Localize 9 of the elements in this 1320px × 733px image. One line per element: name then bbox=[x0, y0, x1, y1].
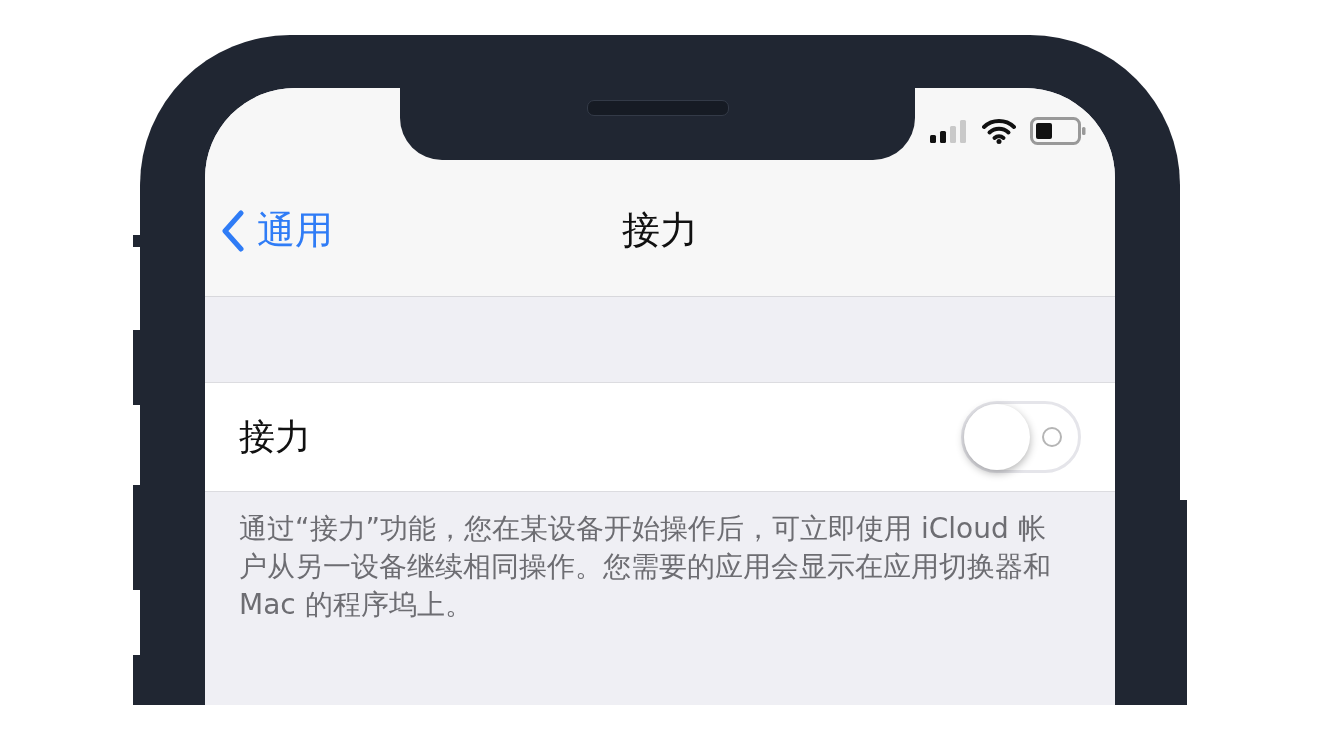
wifi-icon bbox=[982, 117, 1016, 144]
chevron-left-icon bbox=[221, 209, 245, 252]
nav-title: 接力 bbox=[622, 207, 698, 254]
battery-icon bbox=[1030, 116, 1086, 145]
toggle-switch[interactable] bbox=[961, 401, 1081, 473]
back-button[interactable]: 通用 bbox=[205, 200, 333, 261]
signal-icon bbox=[930, 118, 968, 143]
setting-label: 接力 bbox=[239, 414, 311, 459]
description-text: 通过“接力”功能，您在某设备开始操作后，可立即使用 iCloud 帐户从另一设备继续相同操作。您需要的应用会显示在应用切换器和 Mac 的程序坞上。 bbox=[239, 511, 1052, 623]
